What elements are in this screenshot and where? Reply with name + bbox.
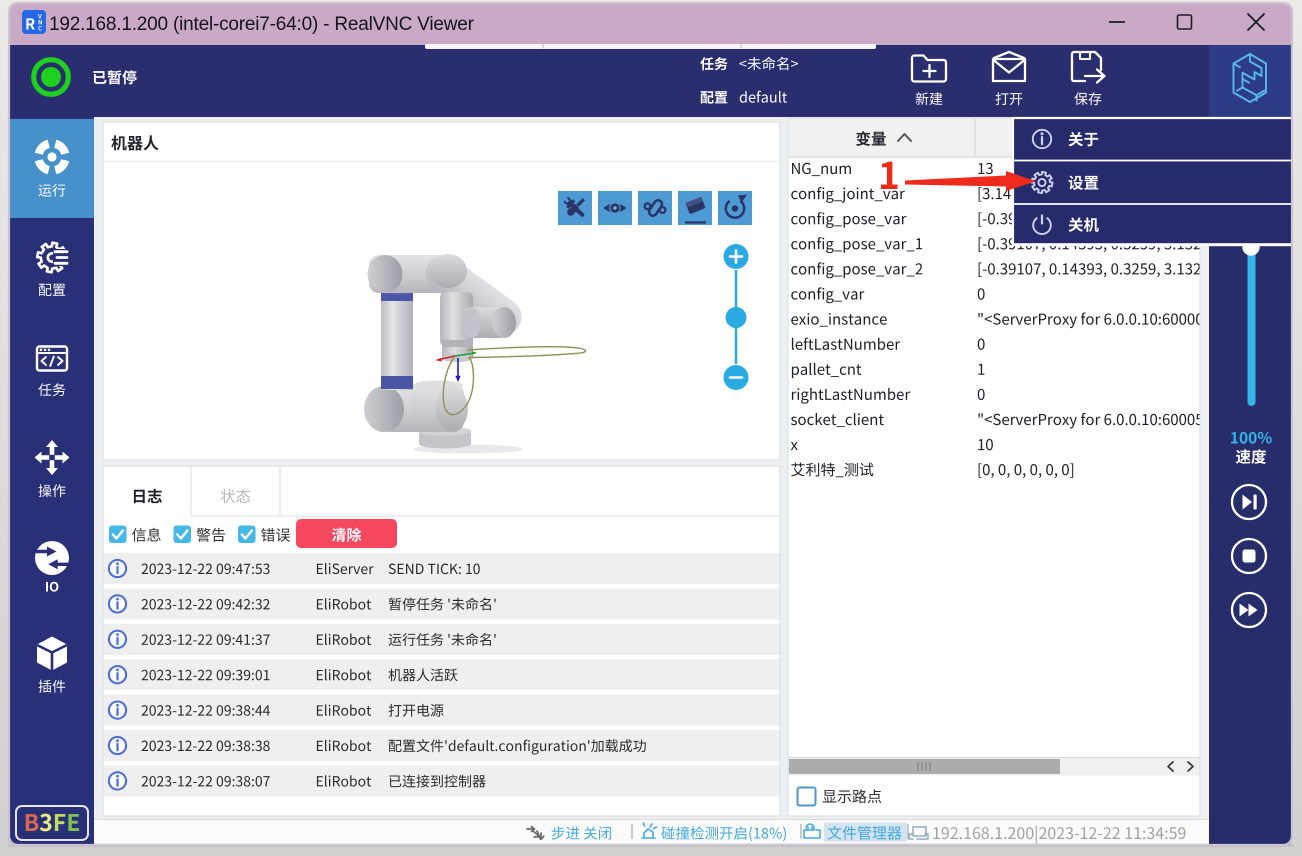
svg-text:192.168.1.200 (intel-corei7-64: 192.168.1.200 (intel-corei7-64:0) - Real… [49,14,475,35]
